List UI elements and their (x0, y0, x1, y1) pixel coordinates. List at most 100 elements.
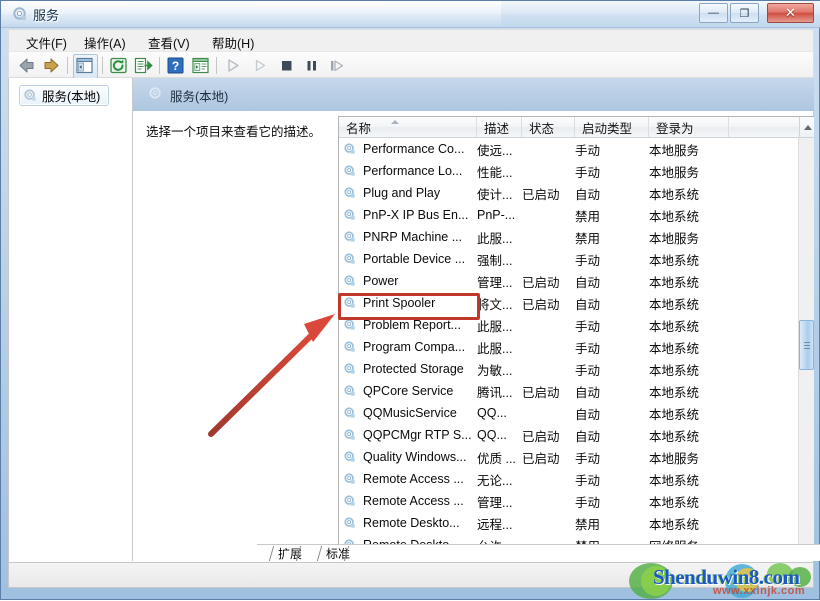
column-startup-type[interactable]: 启动类型 (575, 117, 649, 137)
play-icon[interactable] (222, 55, 243, 76)
services-list: 名称 描述 状态 启动类型 登录为 Performance Co... 使远..… (338, 116, 814, 561)
cell-description: 优质 ... (477, 451, 516, 466)
services-gear-icon (149, 87, 161, 99)
table-row[interactable]: Performance Co... 使远... 手动 本地服务 (339, 138, 799, 160)
cell-service-name: Plug and Play (363, 186, 441, 200)
table-row[interactable]: Quality Windows... 优质 ... 已启动 手动 本地服务 (339, 446, 799, 468)
table-row[interactable]: PnP-X IP Bus En... PnP-... 禁用 本地系统 (339, 204, 799, 226)
arrow-left-icon[interactable] (16, 55, 37, 76)
cell-log-on-as: 本地系统 (649, 341, 700, 356)
cell-startup-type: 手动 (575, 341, 601, 356)
cell-log-on-as: 本地系统 (649, 495, 700, 510)
title-bar: 服务 — ❐ ✕ (1, 1, 820, 28)
table-row[interactable]: PNRP Machine ... 此服... 禁用 本地服务 (339, 226, 799, 248)
tab-standard[interactable]: 标准 (319, 546, 355, 561)
column-status[interactable]: 状态 (522, 117, 575, 137)
table-row[interactable]: Remote Deskto... 远程... 禁用 本地系统 (339, 512, 799, 534)
cell-status (522, 314, 570, 336)
cell-startup-type: 自动 (575, 275, 601, 290)
column-log-on-as[interactable]: 登录为 (649, 117, 729, 137)
menu-file[interactable]: 文件(F) (23, 33, 70, 52)
cell-status (522, 160, 570, 182)
maximize-button[interactable]: ❐ (730, 3, 759, 23)
arrow-right-icon[interactable] (41, 55, 62, 76)
table-row[interactable]: QQMusicService QQ... 自动 本地系统 (339, 402, 799, 424)
table-row[interactable]: Protected Storage 为敏... 手动 本地系统 (339, 358, 799, 380)
cell-log-on-as: 本地服务 (649, 231, 700, 246)
cell-startup-type: 自动 (575, 407, 601, 422)
cell-startup-type: 手动 (575, 363, 601, 378)
table-row-highlighted[interactable]: Print Spooler 将文... 已启动 自动 本地系统 (339, 292, 799, 314)
properties-icon[interactable] (190, 55, 211, 76)
service-description-area: 选择一个项目来查看它的描述。 (133, 111, 338, 561)
stop-icon[interactable] (276, 55, 297, 76)
close-button[interactable]: ✕ (767, 3, 814, 23)
cell-service-name: QPCore Service (363, 384, 454, 398)
export-icon[interactable] (133, 55, 154, 76)
cell-description: 使计... (477, 187, 513, 202)
cell-description: 此服... (477, 341, 513, 356)
pause-icon[interactable] (301, 55, 322, 76)
menu-help[interactable]: 帮助(H) (209, 33, 257, 52)
column-name-label: 名称 (346, 121, 372, 136)
table-row[interactable]: Plug and Play 使计... 已启动 自动 本地系统 (339, 182, 799, 204)
services-list-header: 名称 描述 状态 启动类型 登录为 (339, 117, 814, 138)
table-row[interactable]: Performance Lo... 性能... 手动 本地服务 (339, 160, 799, 182)
pane-header-title: 服务(本地) (170, 90, 229, 104)
toolbar-separator-1 (67, 57, 68, 74)
cell-status: 已启动 (522, 297, 560, 312)
cell-log-on-as: 本地系统 (649, 275, 700, 290)
step-forward-icon[interactable] (326, 55, 347, 76)
question-mark-icon[interactable]: ? (165, 55, 186, 76)
menu-action[interactable]: 操作(A) (81, 33, 129, 52)
services-list-rows: Performance Co... 使远... 手动 本地服务 Performance … (339, 138, 799, 561)
scrollbar-grip-icon (804, 342, 810, 349)
column-name[interactable]: 名称 (339, 117, 477, 137)
cell-log-on-as: 本地系统 (649, 187, 700, 202)
table-row[interactable]: Program Compa... 此服... 手动 本地系统 (339, 336, 799, 358)
cell-service-name: Remote Access ... (363, 494, 464, 508)
table-row[interactable]: Power 管理... 已启动 自动 本地系统 (339, 270, 799, 292)
table-row[interactable]: Remote Access ... 管理... 手动 本地系统 (339, 490, 799, 512)
cell-log-on-as: 本地服务 (649, 451, 700, 466)
scroll-up-button[interactable] (799, 117, 814, 137)
tab-extended[interactable]: 扩展 (271, 546, 307, 561)
minimize-button[interactable]: — (699, 3, 728, 23)
cell-description: 管理... (477, 495, 513, 510)
cell-status (522, 358, 570, 380)
table-row[interactable]: QPCore Service 腾讯... 已启动 自动 本地系统 (339, 380, 799, 402)
cell-service-name: Problem Report... (363, 318, 461, 332)
column-description[interactable]: 描述 (477, 117, 522, 137)
table-row[interactable]: Problem Report... 此服... 手动 本地系统 (339, 314, 799, 336)
refresh-icon[interactable] (108, 55, 129, 76)
cell-log-on-as: 本地系统 (649, 473, 700, 488)
cell-log-on-as: 本地系统 (649, 517, 700, 532)
cell-status (522, 490, 570, 512)
tree-item-services-local[interactable]: 服务(本地) (19, 85, 110, 106)
toolbar-separator-2 (102, 57, 103, 74)
cell-service-name: PNRP Machine ... (363, 230, 463, 244)
cell-description: 性能... (477, 165, 513, 180)
column-filler (729, 117, 799, 137)
services-list-scrollbar[interactable] (798, 138, 814, 561)
table-row[interactable]: QQPCMgr RTP S... QQ... 已启动 自动 本地系统 (339, 424, 799, 446)
cell-service-name: Power (363, 274, 399, 288)
cell-startup-type: 禁用 (575, 231, 601, 246)
cell-log-on-as: 本地系统 (649, 363, 700, 378)
table-row[interactable]: Portable Device ... 强制... 手动 本地系统 (339, 248, 799, 270)
sort-ascending-icon (391, 120, 399, 124)
menu-view[interactable]: 查看(V) (145, 33, 193, 52)
table-row[interactable]: Remote Access ... 无论... 手动 本地系统 (339, 468, 799, 490)
cell-status: 已启动 (522, 385, 560, 400)
scrollbar-thumb[interactable] (799, 320, 814, 370)
cell-startup-type: 手动 (575, 495, 601, 510)
column-status-label: 状态 (529, 121, 555, 136)
cell-log-on-as: 本地系统 (649, 253, 700, 268)
cell-description: 为敏... (477, 363, 513, 378)
cell-status (522, 138, 570, 160)
cell-log-on-as: 本地系统 (649, 385, 700, 400)
svg-text:?: ? (172, 59, 179, 73)
cell-status: 已启动 (522, 429, 560, 444)
cell-description: 此服... (477, 231, 513, 246)
replay-icon[interactable] (249, 55, 270, 76)
